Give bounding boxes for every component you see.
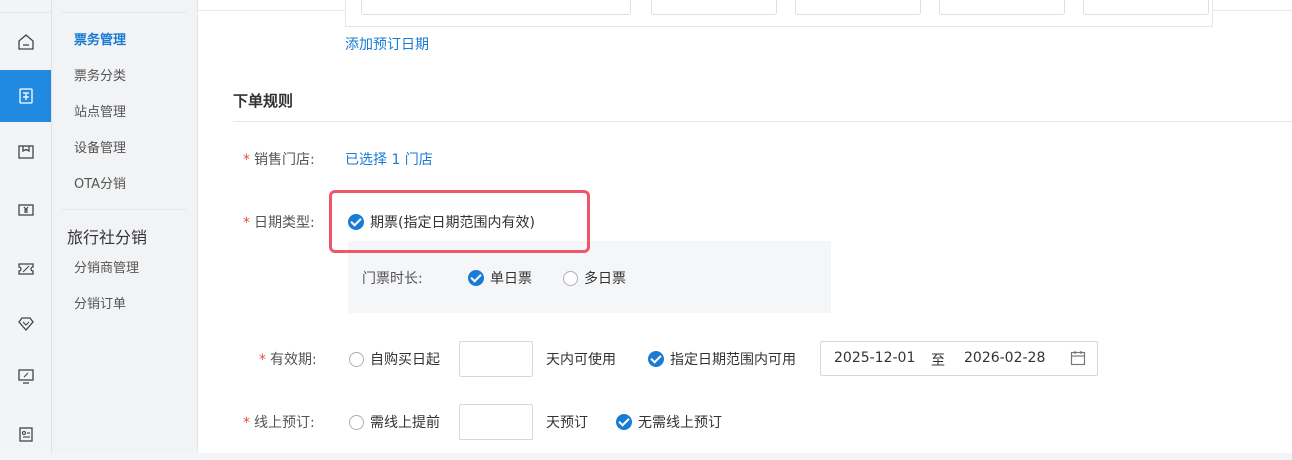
booking-date-table <box>345 0 1213 27</box>
menu-device-management[interactable]: 设备管理 <box>74 140 126 158</box>
validity-label: * 有效期: <box>259 349 317 369</box>
duration-single-text: 单日票 <box>490 271 532 287</box>
unchecked-radio-icon <box>349 414 364 430</box>
online-no-booking-text: 无需线上预订 <box>638 415 722 431</box>
date-type-label: * 日期类型: <box>243 212 315 232</box>
validity-days-option[interactable]: 自购买日起 <box>349 349 440 369</box>
online-advance-option[interactable]: 需线上提前 <box>349 412 440 432</box>
range-separator: 至 <box>931 353 945 369</box>
checked-radio-icon <box>648 351 664 367</box>
date-type-option-period[interactable]: 期票(指定日期范围内有效) <box>348 212 535 232</box>
date-cell[interactable] <box>795 0 921 15</box>
required-mark: * <box>243 215 250 231</box>
date-type-label-text: 日期类型: <box>254 215 315 231</box>
online-no-booking-option[interactable]: 无需线上预订 <box>616 412 722 432</box>
store-label: * 销售门店: <box>243 149 315 169</box>
date-cell[interactable] <box>1083 0 1209 15</box>
online-booking-label-text: 线上预订: <box>254 415 315 431</box>
duration-single-option[interactable]: 单日票 <box>468 268 532 288</box>
online-advance-suffix: 天预订 <box>546 415 588 431</box>
end-date[interactable]: 2026-02-28 <box>964 350 1045 366</box>
validity-range-option[interactable]: 指定日期范围内可用 <box>648 349 796 369</box>
submenu-divider <box>62 209 186 210</box>
store-label-text: 销售门店: <box>254 152 315 168</box>
online-advance-days-input[interactable] <box>459 404 533 440</box>
checked-radio-icon <box>468 270 484 286</box>
icon-rail <box>0 0 52 453</box>
required-mark: * <box>243 152 250 168</box>
required-mark: * <box>259 352 266 368</box>
menu-distributor-management[interactable]: 分销商管理 <box>74 260 139 278</box>
validity-label-text: 有效期: <box>270 352 317 368</box>
validity-range-text: 指定日期范围内可用 <box>670 352 796 368</box>
checked-radio-icon <box>616 414 632 430</box>
online-advance-text: 需线上提前 <box>370 415 440 431</box>
date-cell[interactable] <box>939 0 1065 15</box>
date-cell[interactable] <box>361 0 631 15</box>
online-booking-label: * 线上预订: <box>243 412 315 432</box>
home-icon[interactable] <box>0 16 51 68</box>
date-cell[interactable] <box>651 0 777 15</box>
menu-group-travel-agency[interactable]: 旅行社分销 <box>67 224 147 248</box>
selected-stores-link[interactable]: 已选择 1 门店 <box>345 149 433 169</box>
submenu-top-line <box>62 0 186 13</box>
validity-days-suffix: 天内可使用 <box>546 352 616 368</box>
validity-days-input[interactable] <box>459 341 533 377</box>
calendar-icon[interactable] <box>1070 350 1086 370</box>
rail-top <box>0 0 51 13</box>
discount-icon[interactable] <box>0 242 51 294</box>
section-divider <box>233 121 1292 122</box>
menu-ota-distribution[interactable]: OTA分销 <box>74 176 126 194</box>
package-icon[interactable] <box>0 126 51 178</box>
required-mark: * <box>243 415 250 431</box>
menu-ticket-category[interactable]: 票务分类 <box>74 68 126 86</box>
monitor-icon[interactable] <box>0 350 51 402</box>
start-date[interactable]: 2025-12-01 <box>834 350 915 366</box>
contacts-icon[interactable] <box>0 408 51 460</box>
section-title: 下单规则 <box>233 92 294 110</box>
checked-radio-icon <box>348 214 364 230</box>
menu-ticket-management[interactable]: 票务管理 <box>74 32 126 50</box>
secondary-menu: 票务管理 票务分类 站点管理 设备管理 OTA分销 旅行社分销 分销商管理 分销… <box>52 0 198 453</box>
diamond-icon[interactable] <box>0 298 51 350</box>
menu-distribution-orders[interactable]: 分销订单 <box>74 296 126 314</box>
date-type-option-text: 期票(指定日期范围内有效) <box>370 215 535 231</box>
add-booking-date-link[interactable]: 添加预订日期 <box>345 34 429 54</box>
ticket-icon[interactable] <box>0 70 51 122</box>
unchecked-radio-icon <box>563 270 578 286</box>
main-content: 添加预订日期 下单规则 * 销售门店: 已选择 1 门店 * 日期类型: 期票(指定… <box>198 0 1292 453</box>
menu-site-management[interactable]: 站点管理 <box>74 104 126 122</box>
duration-multi-option[interactable]: 多日票 <box>563 268 626 288</box>
duration-label: 门票时长: <box>362 271 423 287</box>
duration-multi-text: 多日票 <box>584 271 626 287</box>
money-icon[interactable] <box>0 184 51 236</box>
unchecked-radio-icon <box>349 351 364 367</box>
date-range-picker[interactable]: 2025-12-01 至 2026-02-28 <box>820 341 1098 376</box>
validity-days-text: 自购买日起 <box>370 352 440 368</box>
